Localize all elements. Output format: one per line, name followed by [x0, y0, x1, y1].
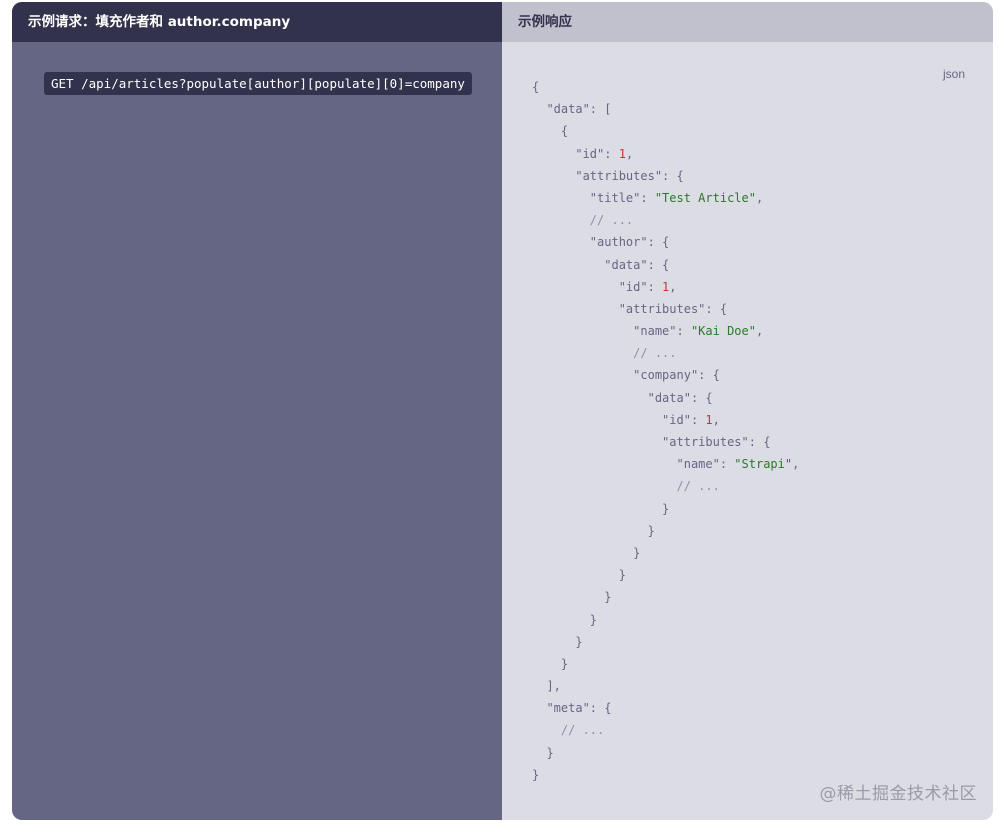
code-token: "data": { — [532, 390, 713, 405]
code-token: "title": — [532, 190, 655, 205]
code-line: } — [532, 742, 993, 764]
code-line: { — [532, 76, 993, 98]
code-line: } — [532, 564, 993, 586]
code-token: "id": — [532, 279, 663, 294]
code-token: "attributes": { — [532, 301, 728, 316]
code-line: } — [532, 631, 993, 653]
code-token: // ... — [532, 479, 720, 494]
code-token: , — [625, 146, 634, 161]
code-token: "company": { — [532, 368, 720, 383]
code-token: "author": { — [532, 235, 670, 250]
code-line: { — [532, 120, 993, 142]
code-token: 1 — [618, 146, 626, 161]
code-token: "attributes": { — [532, 435, 771, 449]
code-line: "data": [ — [532, 98, 993, 120]
code-token: "data": { — [532, 257, 670, 272]
response-panel-title: 示例响应 — [502, 2, 993, 42]
code-line: } — [532, 520, 993, 542]
code-token: { — [532, 80, 540, 94]
code-line: "attributes": { — [532, 298, 993, 320]
code-token: } — [532, 568, 626, 583]
code-line: } — [532, 609, 993, 631]
response-panel: 示例响应 json { "data": [ { "id": 1, "attrib… — [502, 2, 993, 820]
response-code-block: { "data": [ { "id": 1, "attributes": { "… — [502, 42, 993, 786]
code-line: "meta": { — [532, 697, 993, 719]
code-token: } — [532, 612, 598, 627]
code-token: "meta": { — [532, 701, 612, 716]
code-token: } — [532, 523, 655, 538]
code-line: } — [532, 498, 993, 520]
code-token: , — [712, 412, 720, 427]
code-line: // ... — [532, 342, 993, 364]
code-line: "name": "Strapi", — [532, 453, 993, 475]
code-line: ], — [532, 675, 993, 697]
code-line: "name": "Kai Doe", — [532, 320, 993, 342]
code-token: "attributes": { — [532, 168, 684, 183]
code-token: "data": [ — [532, 102, 612, 117]
code-token: // ... — [532, 723, 605, 738]
request-panel: 示例请求：填充作者和 author.company GET /api/artic… — [12, 2, 502, 820]
code-token: } — [532, 745, 554, 760]
code-token: , — [792, 457, 800, 472]
code-line: } — [532, 653, 993, 675]
code-line: } — [532, 586, 993, 608]
code-line: "title": "Test Article", — [532, 187, 993, 209]
code-line: "id": 1, — [532, 409, 993, 431]
code-line: // ... — [532, 475, 993, 497]
code-token: "Strapi" — [734, 457, 793, 472]
code-line: "data": { — [532, 387, 993, 409]
code-token: "Kai Doe" — [690, 324, 756, 339]
code-line: "author": { — [532, 231, 993, 253]
code-token: "id": — [532, 412, 706, 427]
code-token: , — [755, 190, 764, 205]
code-token: // ... — [532, 213, 634, 228]
code-token: 1 — [705, 412, 713, 427]
code-token: } — [532, 656, 569, 671]
request-panel-title: 示例请求：填充作者和 author.company — [12, 2, 502, 42]
code-line: // ... — [532, 719, 993, 741]
code-line: "attributes": { — [532, 165, 993, 187]
code-line: "id": 1, — [532, 276, 993, 298]
code-line: "id": 1, — [532, 143, 993, 165]
code-token: { — [532, 124, 569, 139]
code-line: // ... — [532, 209, 993, 231]
language-label: json — [942, 67, 965, 81]
code-example-card: 示例请求：填充作者和 author.company GET /api/artic… — [12, 2, 993, 820]
code-token: ], — [532, 679, 561, 694]
code-token: "Test Article" — [654, 190, 756, 205]
code-token: "id": — [532, 146, 619, 161]
code-token: // ... — [532, 346, 677, 361]
code-token: } — [532, 501, 670, 516]
code-line: "company": { — [532, 364, 993, 386]
code-token: } — [532, 634, 583, 649]
watermark: @稀土掘金技术社区 — [819, 784, 977, 804]
code-token: } — [532, 767, 540, 782]
code-token: "name": — [532, 457, 735, 472]
code-token: , — [755, 324, 764, 339]
code-line: "data": { — [532, 254, 993, 276]
request-url: GET /api/articles?populate[author][popul… — [44, 72, 472, 95]
code-token: , — [669, 279, 677, 294]
code-token: "name": — [532, 324, 691, 339]
code-token: } — [532, 545, 641, 560]
code-line: } — [532, 542, 993, 564]
code-token: } — [532, 590, 612, 605]
code-line: "attributes": { — [532, 431, 993, 453]
